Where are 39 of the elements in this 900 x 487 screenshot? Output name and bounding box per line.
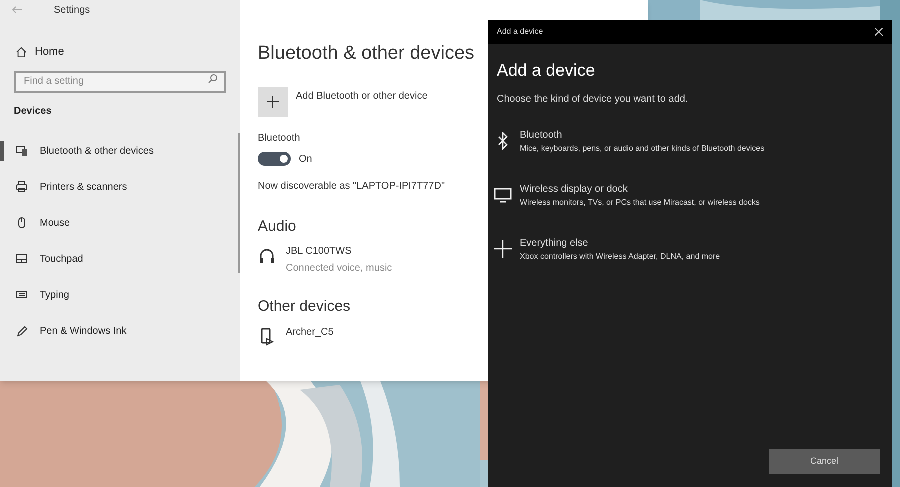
monitor-icon	[494, 186, 512, 204]
home-icon	[16, 46, 27, 58]
search-icon	[208, 74, 218, 84]
headphones-icon	[258, 247, 276, 265]
sidebar-item[interactable]: Touchpad	[0, 249, 240, 269]
pen-icon	[16, 325, 28, 337]
mouse-icon	[16, 217, 28, 229]
plus-icon	[267, 96, 279, 108]
section-heading: Other devices	[258, 297, 352, 317]
device-type-option[interactable]: Wireless display or dock Wireless monitors, TVs, or PCs that use Miracast, or wireless docks	[488, 182, 892, 208]
device-type-option[interactable]: Bluetooth Mice, keyboards, pens, or audio and other kinds of Bluetooth devices	[488, 128, 892, 154]
printer-icon	[16, 181, 28, 193]
bluetooth-toggle[interactable]	[258, 152, 291, 166]
home-link[interactable]: Home	[0, 42, 240, 62]
dialog-title: Add a device	[497, 26, 544, 38]
add-device-label[interactable]: Add Bluetooth or other device	[296, 88, 428, 104]
section-heading: Audio	[258, 216, 298, 236]
discoverable-text: Now discoverable as "LAPTOP-IPI7T77D"	[258, 180, 445, 194]
plus-icon	[494, 240, 512, 258]
device-item[interactable]: Archer_C5	[258, 324, 648, 346]
sidebar-item[interactable]: Mouse	[0, 213, 240, 233]
window-title: Settings	[54, 4, 90, 18]
sidebar-item[interactable]: Typing	[0, 285, 240, 305]
add-device-button[interactable]	[258, 86, 288, 116]
keyboard-icon	[16, 289, 28, 301]
dialog-subtitle: Choose the kind of device you want to add.	[496, 92, 690, 106]
section-heading: Devices	[13, 105, 53, 119]
touchpad-icon	[16, 253, 28, 265]
dialog-heading: Add a device	[496, 60, 596, 82]
device-type-option[interactable]: Everything else Xbox controllers with Wireless Adapter, DLNA, and more	[488, 236, 892, 262]
cancel-button[interactable]: Cancel	[769, 449, 880, 474]
sidebar-item[interactable]: Printers & scanners	[0, 177, 240, 197]
toggle-state: On	[299, 152, 312, 166]
close-icon[interactable]	[875, 28, 883, 36]
page-heading: Bluetooth & other devices	[258, 42, 476, 66]
scrollbar[interactable]	[238, 133, 240, 273]
search-field[interactable]: Find a setting	[14, 70, 226, 92]
bluetooth-label: Bluetooth	[258, 132, 300, 146]
sidebar-item[interactable]: Pen & Windows Ink	[0, 321, 240, 341]
